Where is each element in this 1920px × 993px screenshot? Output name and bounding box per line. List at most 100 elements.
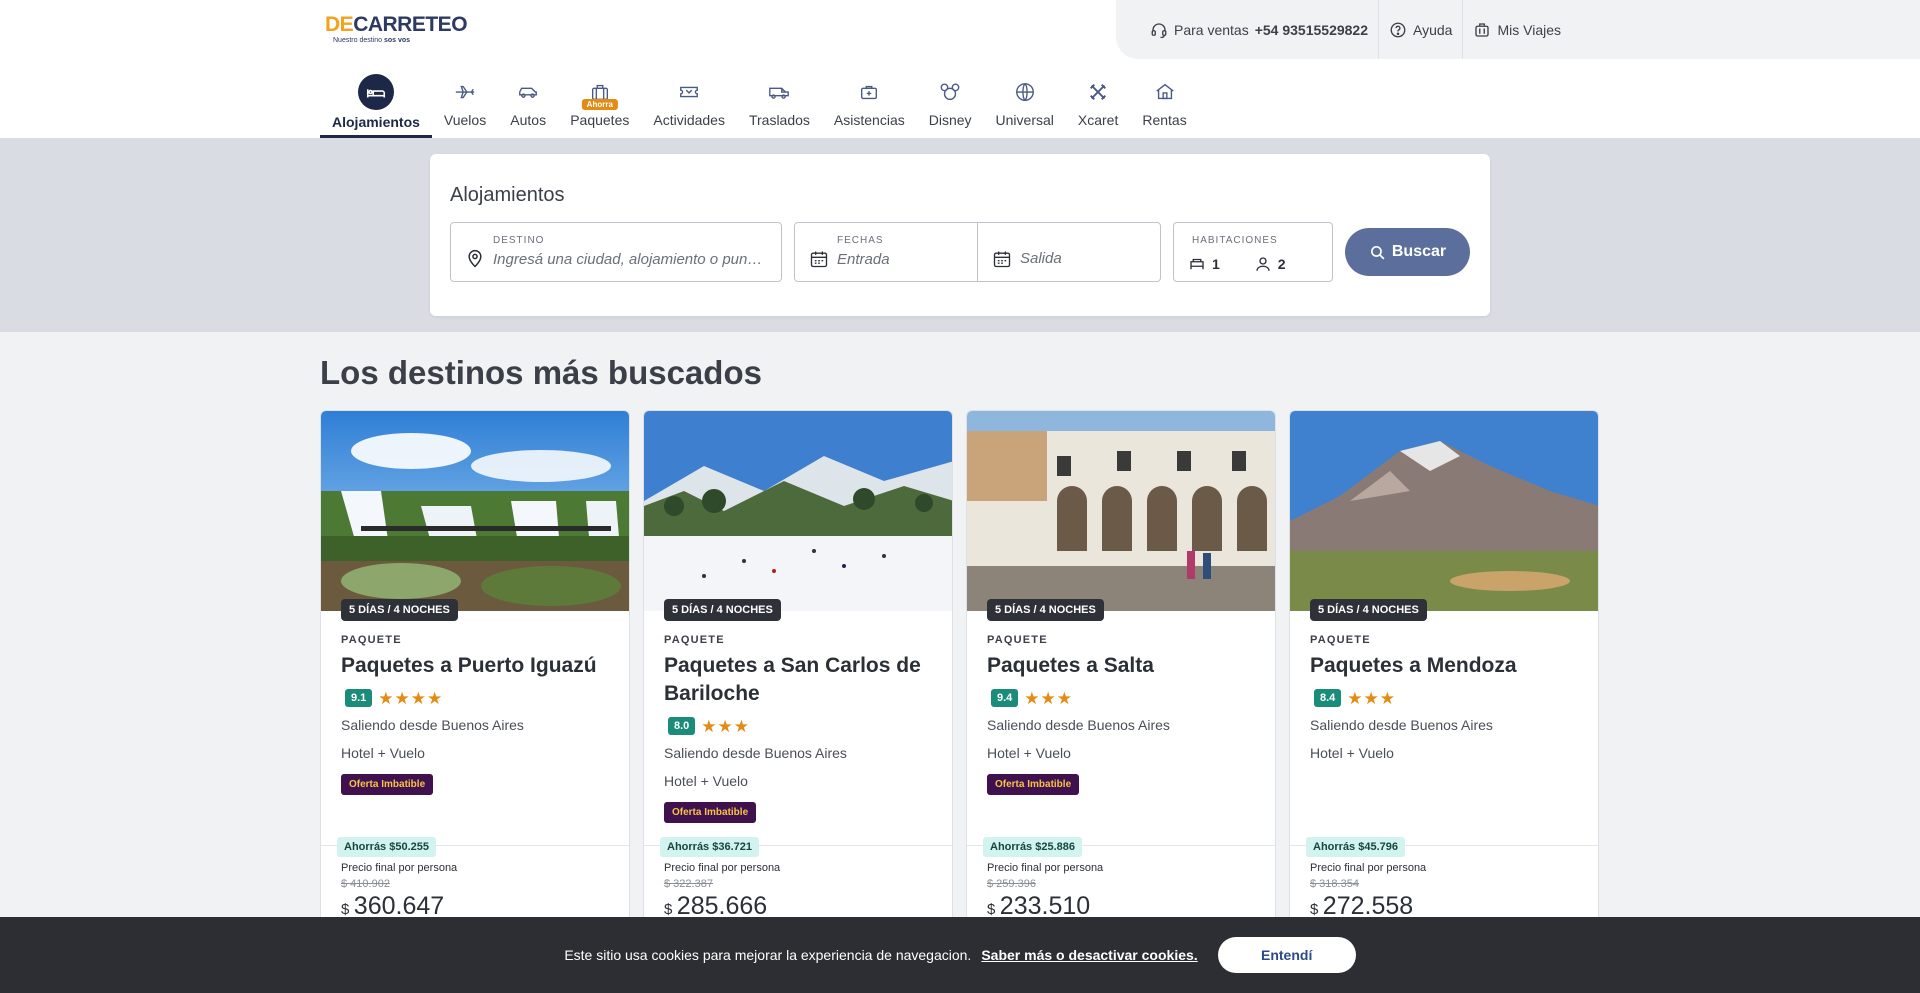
rooms-guests-field[interactable]: HABITACIONES 1 2 (1173, 222, 1333, 282)
search-title: Alojamientos (450, 184, 565, 206)
utility-bar: Para ventas +54 93515529822 Ayuda Mis Vi… (1116, 0, 1920, 59)
nav-label: Xcaret (1077, 112, 1119, 128)
destination-card[interactable]: 5 DÍAS / 4 NOCHES PAQUETE Paquetes a Pue… (320, 410, 630, 993)
cookie-accept-button[interactable]: Entendí (1217, 937, 1356, 973)
card-rating: 8.4 ★★★ (1314, 689, 1585, 707)
destination-card[interactable]: 5 DÍAS / 4 NOCHES PAQUETE Paquetes a Men… (1289, 410, 1599, 993)
savings-badge: Ahorrás $45.796 (1306, 837, 1405, 857)
nav-item-alojamientos[interactable]: Alojamientos (320, 68, 432, 138)
price-currency: $ (664, 901, 673, 918)
van-icon (761, 74, 797, 110)
nights-badge: 5 DÍAS / 4 NOCHES (664, 599, 781, 621)
logo-tagline-bold: sos vos (383, 37, 411, 44)
nav-label: Alojamientos (332, 114, 420, 130)
bed-icon (357, 74, 394, 110)
destination-card[interactable]: 5 DÍAS / 4 NOCHES PAQUETE Paquetes a Sal… (966, 410, 1276, 993)
nav-item-vuelos[interactable]: Vuelos (432, 68, 498, 138)
nights-badge: 5 DÍAS / 4 NOCHES (341, 599, 458, 621)
search-band: Alojamientos DESTINO Ingresá una ciudad,… (0, 138, 1920, 332)
card-body: PAQUETE Paquetes a San Carlos de Bariloc… (664, 634, 939, 823)
offer-badge: Oferta Imbatible (987, 774, 1080, 795)
cookie-banner: Este sitio usa cookies para mejorar la e… (0, 917, 1920, 993)
mouse-ears-icon (932, 74, 968, 110)
price-currency: $ (341, 901, 350, 918)
card-title[interactable]: Paquetes a Salta (987, 652, 1262, 680)
destination-field[interactable]: DESTINO Ingresá una ciudad, alojamiento … (450, 222, 782, 282)
price-old: $ 259.396 (987, 878, 1036, 890)
my-trips-label: Mis Viajes (1497, 21, 1562, 38)
price-value: 272.558 (1322, 892, 1414, 920)
card-includes: Hotel + Vuelo (987, 745, 1071, 761)
cookie-settings-link[interactable]: Saber más o desactivar cookies. (981, 947, 1197, 963)
card-body: PAQUETE Paquetes a Puerto Iguazú 9.1 ★★★… (341, 634, 616, 795)
nav-item-asistencias[interactable]: Asistencias (822, 68, 917, 138)
globe-icon (1007, 74, 1043, 110)
checkout-field[interactable]: Salida (977, 222, 1161, 282)
search-button[interactable]: Buscar (1345, 228, 1470, 276)
nav-item-traslados[interactable]: Traslados (737, 68, 822, 138)
nav-item-autos[interactable]: Autos (498, 68, 558, 138)
nav-item-paquetes[interactable]: Ahorra Paquetes (558, 68, 641, 138)
card-rating: 9.4 ★★★ (991, 689, 1262, 707)
destination-input[interactable]: Ingresá una ciudad, alojamiento o punt..… (493, 251, 763, 268)
card-title[interactable]: Paquetes a Puerto Iguazú (341, 652, 616, 680)
nav-item-universal[interactable]: Universal (984, 68, 1066, 138)
price-label: Precio final por persona (341, 862, 458, 874)
medkit-icon (851, 74, 887, 110)
nav-item-rentas[interactable]: Rentas (1130, 68, 1198, 138)
card-origin: Saliendo desde Buenos Aires (341, 717, 524, 733)
location-pin-icon (468, 249, 482, 268)
checkin-input[interactable]: Entrada (837, 251, 890, 268)
card-rating: 8.0 ★★★ (668, 717, 939, 735)
sales-phone-link[interactable]: Para ventas +54 93515529822 (1140, 0, 1378, 59)
calendar-icon (810, 251, 828, 268)
car-icon (510, 74, 546, 110)
help-circle-icon (1390, 22, 1406, 37)
nights-badge: 5 DÍAS / 4 NOCHES (1310, 599, 1427, 621)
destination-card[interactable]: 5 DÍAS / 4 NOCHES PAQUETE Paquetes a San… (643, 410, 953, 993)
house-icon (1147, 74, 1183, 110)
calendar-icon (993, 251, 1011, 268)
card-image-mendoza (1290, 411, 1598, 611)
card-includes: Hotel + Vuelo (341, 745, 425, 761)
help-link[interactable]: Ayuda (1378, 0, 1462, 59)
card-price: Ahorrás $50.255 Precio final por persona… (321, 837, 629, 920)
price-label: Precio final por persona (664, 862, 781, 874)
card-kind: PAQUETE (1310, 634, 1371, 646)
nav-label: Asistencias (833, 112, 905, 128)
dates-label: FECHAS (837, 235, 884, 246)
logo-rest: CARRETEO (353, 13, 468, 36)
brand-logo[interactable]: DECARRETEO Nuestro destino sos vos (325, 14, 468, 46)
card-price: Ahorrás $25.886 Precio final por persona… (967, 837, 1275, 920)
headset-icon (1151, 22, 1167, 38)
nav-item-xcaret[interactable]: Xcaret (1066, 68, 1130, 138)
price-label: Precio final por persona (1310, 862, 1427, 874)
destination-cards: 5 DÍAS / 4 NOCHES PAQUETE Paquetes a Pue… (320, 410, 1599, 993)
star-rating-icon: ★★★ (1024, 688, 1074, 708)
nav-label: Rentas (1142, 112, 1187, 128)
nav-item-actividades[interactable]: Actividades (641, 68, 737, 138)
score-badge: 9.1 (345, 689, 373, 707)
checkout-input[interactable]: Salida (1020, 250, 1062, 267)
bed-icon (1190, 258, 1204, 270)
star-rating-icon: ★★★ (701, 716, 751, 736)
nav-item-disney[interactable]: Disney (917, 68, 984, 138)
nights-badge: 5 DÍAS / 4 NOCHES (987, 599, 1104, 621)
card-price: Ahorrás $45.796 Precio final por persona… (1290, 837, 1598, 920)
savings-badge: Ahorrás $25.886 (983, 837, 1082, 857)
search-form: Alojamientos DESTINO Ingresá una ciudad,… (430, 154, 1490, 316)
card-title[interactable]: Paquetes a San Carlos de Bariloche (664, 652, 939, 708)
nav-label: Universal (995, 112, 1054, 128)
price-currency: $ (987, 901, 996, 918)
ticket-icon (671, 74, 707, 110)
offer-badge: Oferta Imbatible (341, 774, 434, 795)
nav-label: Actividades (653, 112, 725, 128)
nav-label: Vuelos (443, 112, 487, 128)
card-title[interactable]: Paquetes a Mendoza (1310, 652, 1585, 680)
card-origin: Saliendo desde Buenos Aires (987, 717, 1170, 733)
checkin-field[interactable]: FECHAS Entrada (794, 222, 978, 282)
my-trips-link[interactable]: Mis Viajes (1462, 0, 1571, 59)
guests-count: 2 (1277, 256, 1286, 272)
offer-badge: Oferta Imbatible (664, 802, 757, 823)
rooms-count: 1 (1212, 256, 1220, 272)
